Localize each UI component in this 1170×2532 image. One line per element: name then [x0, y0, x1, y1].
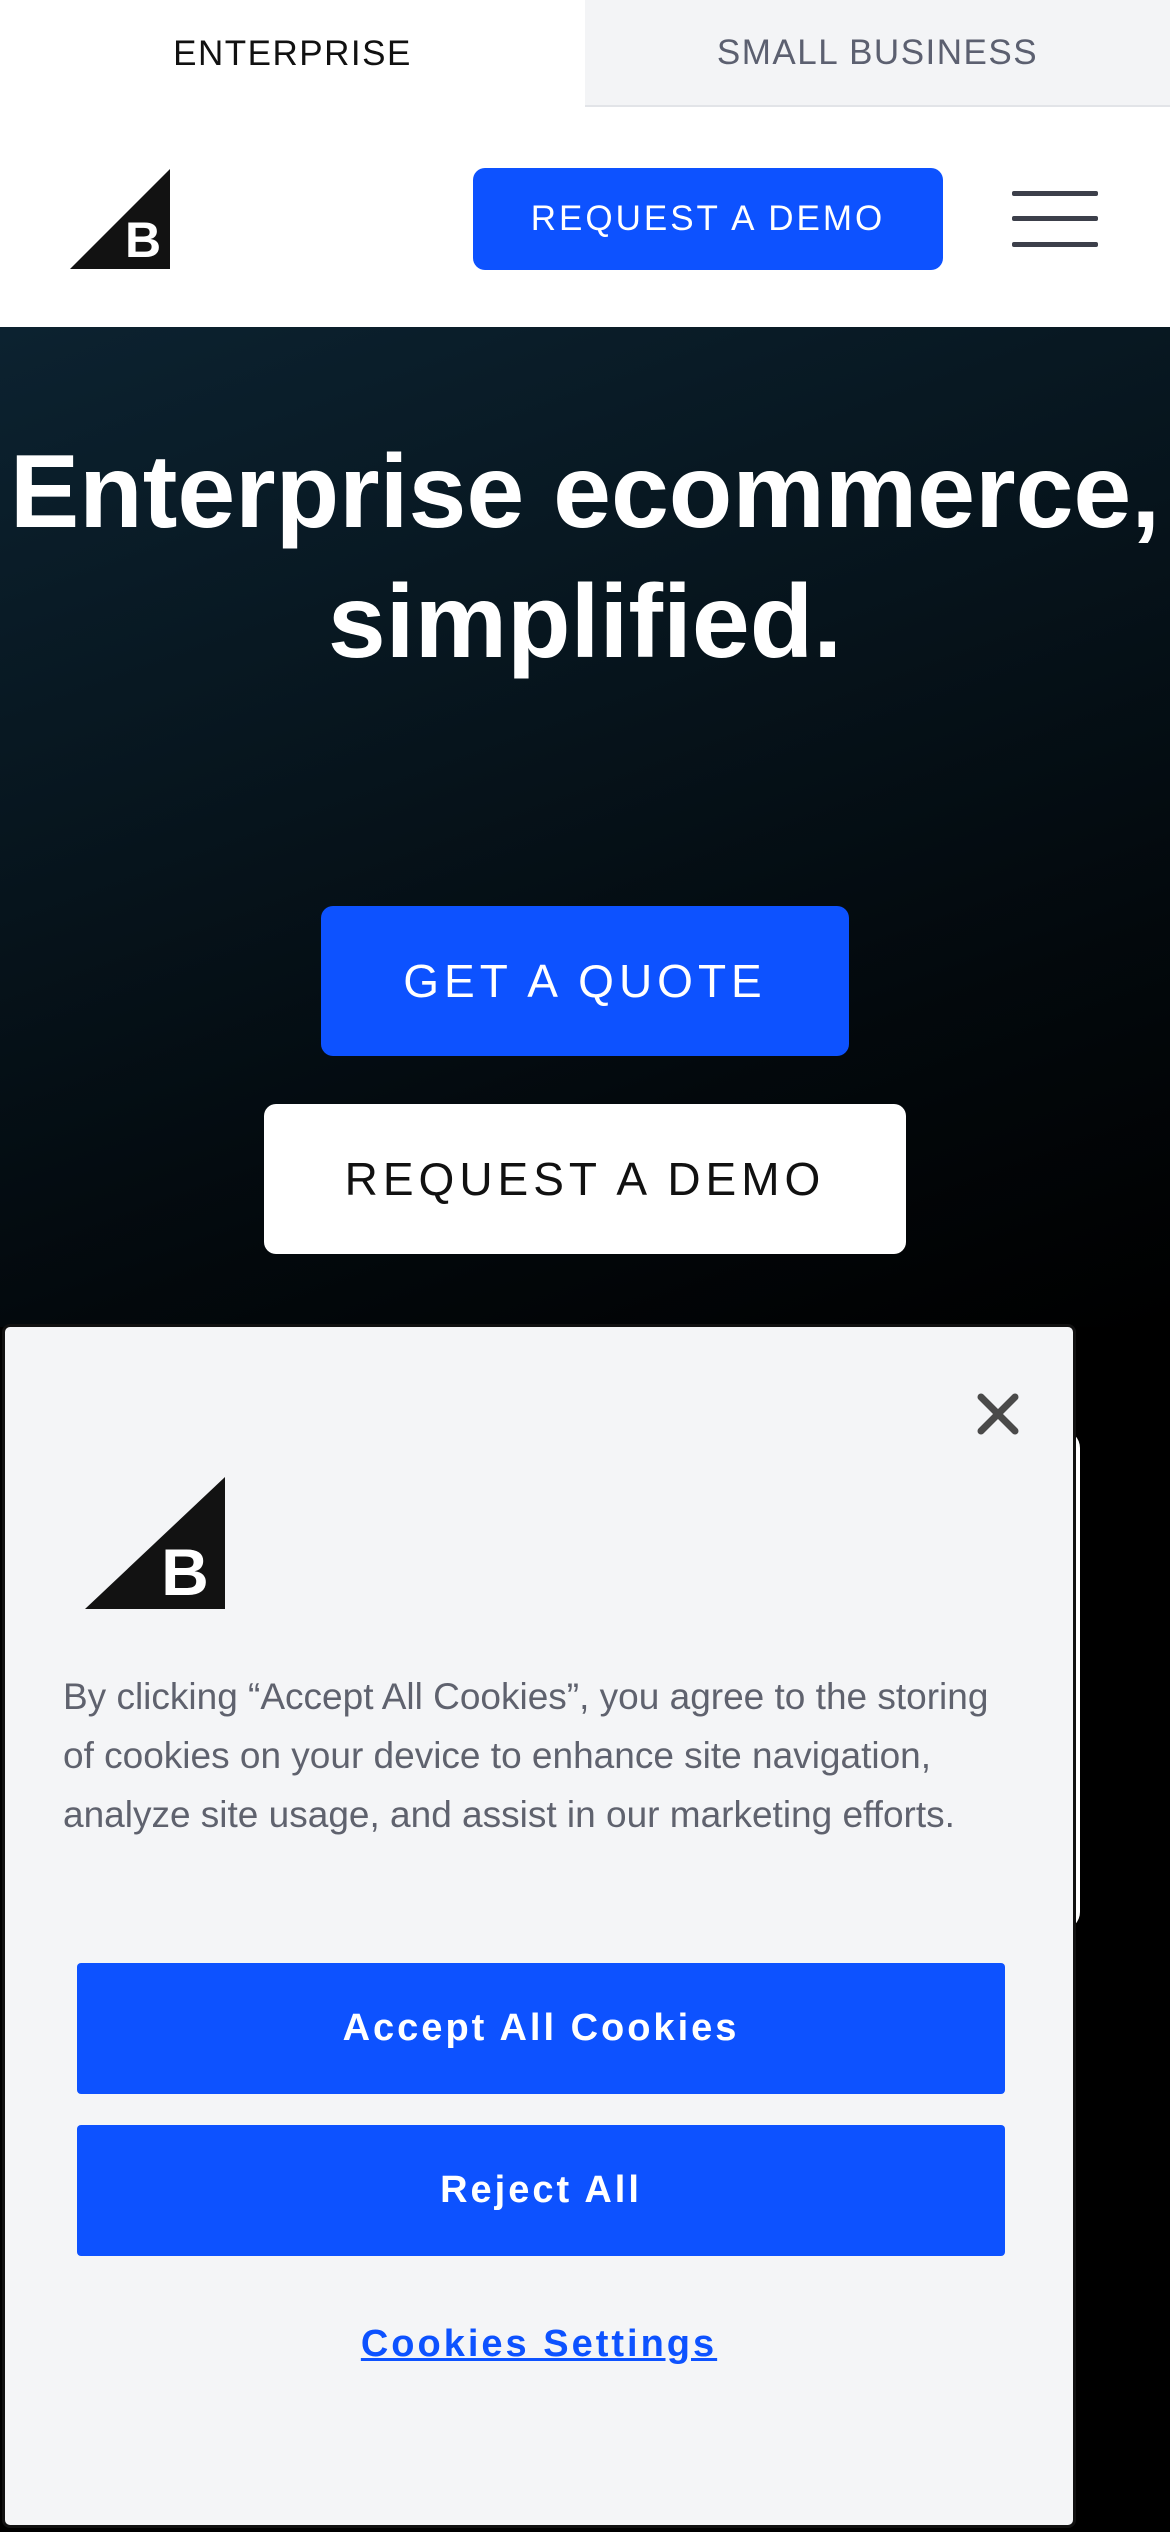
site-tab-bar: ENTERPRISE SMALL BUSINESS: [0, 0, 1170, 107]
svg-text:B: B: [161, 1535, 209, 1609]
tab-enterprise[interactable]: ENTERPRISE: [0, 0, 585, 107]
hero-section: Enterprise ecommerce, simplified. GET A …: [0, 327, 1170, 1327]
request-demo-button[interactable]: REQUEST A DEMO: [473, 168, 943, 270]
svg-text:B: B: [125, 212, 161, 268]
get-quote-button[interactable]: GET A QUOTE: [321, 906, 849, 1056]
cookie-consent-dialog: B By clicking “Accept All Cookies”, you …: [2, 1324, 1076, 2528]
bigcommerce-logo-icon: B: [85, 1477, 225, 1609]
reject-all-button[interactable]: Reject All: [77, 2125, 1005, 2256]
site-header: B REQUEST A DEMO: [0, 107, 1170, 327]
hamburger-menu-icon[interactable]: [1012, 191, 1098, 247]
bigcommerce-logo-icon[interactable]: B: [70, 169, 170, 269]
tab-small-business[interactable]: SMALL BUSINESS: [585, 0, 1170, 107]
close-icon[interactable]: [973, 1389, 1023, 1439]
hero-request-demo-button[interactable]: REQUEST A DEMO: [264, 1104, 906, 1254]
cookie-policy-text: By clicking “Accept All Cookies”, you ag…: [63, 1676, 989, 1835]
cookies-settings-link[interactable]: Cookies Settings: [5, 2323, 1073, 2366]
accept-all-cookies-button[interactable]: Accept All Cookies: [77, 1963, 1005, 2094]
hero-title: Enterprise ecommerce, simplified.: [9, 434, 1161, 680]
